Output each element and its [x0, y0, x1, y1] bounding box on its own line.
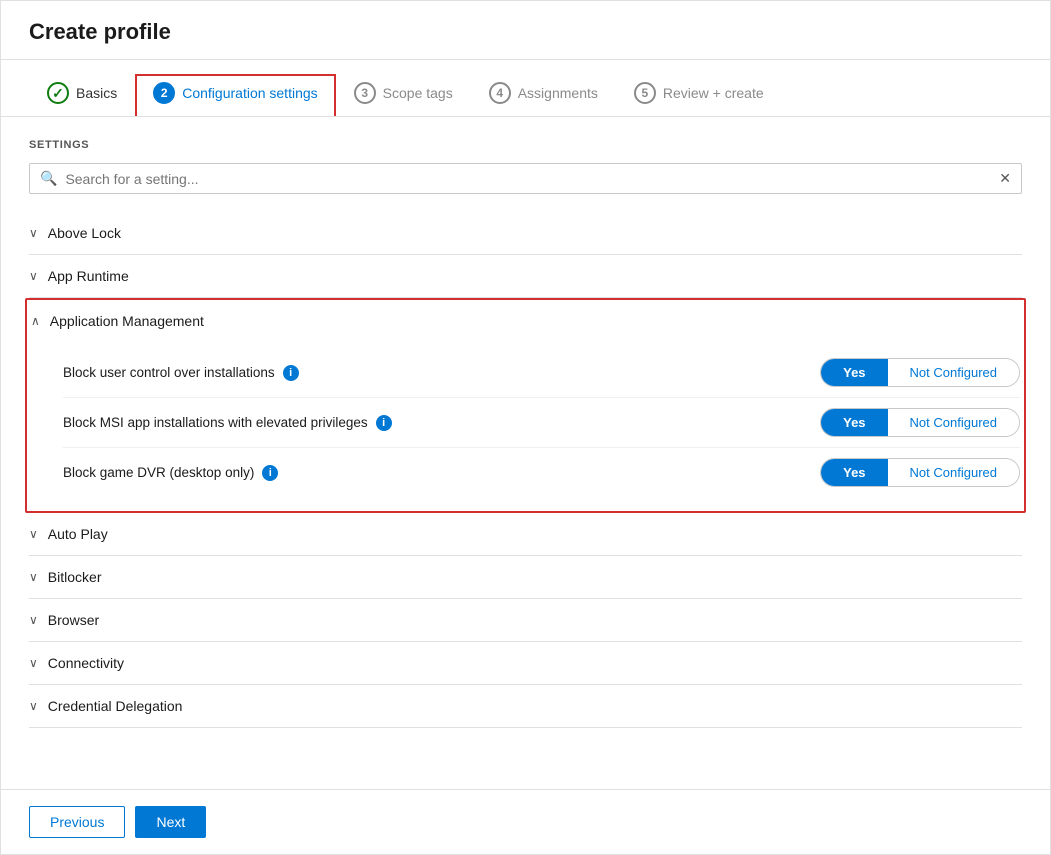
setting-label-block-msi-app: Block MSI app installations with elevate… — [63, 415, 368, 430]
chevron-down-icon: ∨ — [29, 527, 38, 541]
accordion-bitlocker: ∨ Bitlocker — [29, 556, 1022, 599]
chevron-down-icon: ∨ — [29, 699, 38, 713]
toggle-not-configured-block-msi-app[interactable]: Not Configured — [888, 409, 1019, 436]
accordion-label-credential-delegation: Credential Delegation — [48, 698, 183, 714]
accordion-header-browser[interactable]: ∨ Browser — [29, 599, 1022, 641]
tab-configuration[interactable]: 2 Configuration settings — [135, 74, 335, 116]
page-header: Create profile — [1, 1, 1050, 60]
setting-row-block-msi-app: Block MSI app installations with elevate… — [63, 397, 1020, 447]
accordion-label-above-lock: Above Lock — [48, 225, 121, 241]
info-icon-block-user-control[interactable]: i — [283, 365, 299, 381]
tab-review[interactable]: 5 Review + create — [616, 74, 782, 116]
section-label: SETTINGS — [29, 139, 1022, 151]
accordion-header-connectivity[interactable]: ∨ Connectivity — [29, 642, 1022, 684]
info-icon-block-msi-app[interactable]: i — [376, 415, 392, 431]
tab-label-assignments: Assignments — [518, 85, 598, 101]
tab-label-basics: Basics — [76, 85, 117, 101]
page-container: Create profile ✓ Basics 2 Configuration … — [0, 0, 1051, 855]
tab-scope[interactable]: 3 Scope tags — [336, 74, 471, 116]
setting-label-block-user-control: Block user control over installations — [63, 365, 275, 380]
accordion-connectivity: ∨ Connectivity — [29, 642, 1022, 685]
search-icon: 🔍 — [40, 170, 57, 187]
wizard-tabs: ✓ Basics 2 Configuration settings 3 Scop… — [1, 60, 1050, 117]
accordion-header-credential-delegation[interactable]: ∨ Credential Delegation — [29, 685, 1022, 727]
chevron-down-icon: ∨ — [29, 226, 38, 240]
accordion-label-browser: Browser — [48, 612, 99, 628]
info-icon-block-game-dvr[interactable]: i — [262, 465, 278, 481]
chevron-down-icon: ∨ — [29, 570, 38, 584]
setting-label-block-game-dvr: Block game DVR (desktop only) — [63, 465, 254, 480]
accordion-header-app-runtime[interactable]: ∨ App Runtime — [29, 255, 1022, 297]
tab-basics[interactable]: ✓ Basics — [29, 74, 135, 116]
accordion-label-auto-play: Auto Play — [48, 526, 108, 542]
accordion-label-connectivity: Connectivity — [48, 655, 124, 671]
footer: Previous Next — [1, 789, 1050, 854]
content-area: SETTINGS 🔍 ✕ ∨ Above Lock ∨ App Runtime … — [1, 117, 1050, 789]
accordion-header-auto-play[interactable]: ∨ Auto Play — [29, 513, 1022, 555]
accordion-auto-play: ∨ Auto Play — [29, 513, 1022, 556]
search-box[interactable]: 🔍 ✕ — [29, 163, 1022, 194]
next-button[interactable]: Next — [135, 806, 206, 838]
tab-label-review: Review + create — [663, 85, 764, 101]
accordion-label-app-runtime: App Runtime — [48, 268, 129, 284]
tab-number-scope: 3 — [361, 86, 368, 100]
tab-circle-review: 5 — [634, 82, 656, 104]
accordion-credential-delegation: ∨ Credential Delegation — [29, 685, 1022, 728]
tab-circle-scope: 3 — [354, 82, 376, 104]
toggle-not-configured-block-game-dvr[interactable]: Not Configured — [888, 459, 1019, 486]
toggle-group-block-user-control: Yes Not Configured — [820, 358, 1020, 387]
accordion-header-bitlocker[interactable]: ∨ Bitlocker — [29, 556, 1022, 598]
toggle-yes-block-game-dvr[interactable]: Yes — [821, 459, 887, 486]
chevron-down-icon: ∨ — [29, 269, 38, 283]
accordion-header-application-management[interactable]: ∧ Application Management — [31, 300, 1020, 342]
check-icon: ✓ — [52, 85, 64, 102]
setting-label-wrap-2: Block MSI app installations with elevate… — [63, 415, 820, 431]
tab-circle-basics: ✓ — [47, 82, 69, 104]
setting-row-block-game-dvr: Block game DVR (desktop only) i Yes Not … — [63, 447, 1020, 497]
accordion-browser: ∨ Browser — [29, 599, 1022, 642]
tab-circle-assignments: 4 — [489, 82, 511, 104]
toggle-group-block-game-dvr: Yes Not Configured — [820, 458, 1020, 487]
tab-label-scope: Scope tags — [383, 85, 453, 101]
tab-circle-configuration: 2 — [153, 82, 175, 104]
accordion-app-runtime: ∨ App Runtime — [29, 255, 1022, 298]
clear-icon[interactable]: ✕ — [999, 170, 1011, 187]
toggle-yes-block-user-control[interactable]: Yes — [821, 359, 887, 386]
tab-number-review: 5 — [642, 86, 649, 100]
accordion-label-bitlocker: Bitlocker — [48, 569, 102, 585]
setting-label-wrap-1: Block user control over installations i — [63, 365, 820, 381]
toggle-group-block-msi-app: Yes Not Configured — [820, 408, 1020, 437]
accordion-header-above-lock[interactable]: ∨ Above Lock — [29, 212, 1022, 254]
accordion-body-application-management: Block user control over installations i … — [31, 342, 1020, 511]
tab-number-assignments: 4 — [496, 86, 503, 100]
setting-row-block-user-control: Block user control over installations i … — [63, 348, 1020, 397]
setting-label-wrap-3: Block game DVR (desktop only) i — [63, 465, 820, 481]
chevron-down-icon: ∨ — [29, 613, 38, 627]
page-title: Create profile — [29, 19, 1022, 45]
toggle-not-configured-block-user-control[interactable]: Not Configured — [888, 359, 1019, 386]
accordion-above-lock: ∨ Above Lock — [29, 212, 1022, 255]
accordion-application-management: ∧ Application Management Block user cont… — [25, 298, 1026, 513]
chevron-up-icon: ∧ — [31, 314, 40, 328]
previous-button[interactable]: Previous — [29, 806, 125, 838]
tab-assignments[interactable]: 4 Assignments — [471, 74, 616, 116]
tab-label-configuration: Configuration settings — [182, 85, 317, 101]
accordion-label-application-management: Application Management — [50, 313, 204, 329]
chevron-down-icon: ∨ — [29, 656, 38, 670]
search-input[interactable] — [65, 171, 999, 187]
toggle-yes-block-msi-app[interactable]: Yes — [821, 409, 887, 436]
tab-number-configuration: 2 — [161, 86, 168, 100]
